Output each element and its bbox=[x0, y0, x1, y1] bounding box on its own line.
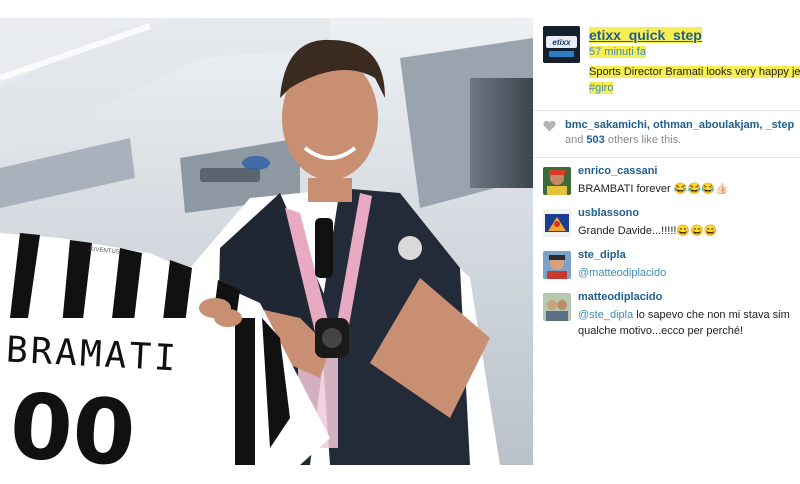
comment-text: @matteodiplacido bbox=[578, 265, 800, 281]
instagram-post: JUVENTUS BRAMATI 00 etixx etixx_quick_st… bbox=[0, 18, 800, 465]
likes-summary: bmc_sakamichi, othman_aboulakjam, _step … bbox=[543, 118, 800, 148]
comment-text: Grande Davide...!!!!!😄😄😄 bbox=[578, 225, 718, 237]
post-caption: Sports Director Bramati looks very happy… bbox=[589, 64, 800, 96]
comment-username[interactable]: ste_dipla bbox=[578, 249, 626, 261]
comment-text: BRAMBATI forever 😂😂😂👍🏻 bbox=[578, 183, 729, 195]
post-timestamp[interactable]: 57 minuti fa bbox=[589, 46, 646, 58]
likes-suffix: others like this. bbox=[607, 134, 682, 146]
caption-hashtag[interactable]: #giro bbox=[589, 82, 614, 94]
post-sidebar: etixx etixx_quick_step 57 minuti fa Spor… bbox=[533, 18, 800, 465]
heart-icon[interactable] bbox=[543, 120, 556, 137]
commenter-avatar[interactable] bbox=[543, 293, 571, 321]
author-avatar[interactable]: etixx bbox=[543, 26, 580, 63]
comment-mention[interactable]: @ste_dipla bbox=[578, 309, 633, 321]
header-divider bbox=[533, 110, 800, 111]
comment-username[interactable]: matteodiplacido bbox=[578, 291, 662, 303]
commenter-avatar[interactable] bbox=[543, 209, 571, 237]
likes-count[interactable]: 503 bbox=[586, 134, 604, 146]
svg-text:etixx: etixx bbox=[552, 38, 571, 47]
comment-mention[interactable]: @matteodiplacido bbox=[578, 267, 666, 279]
commenter-avatar[interactable] bbox=[543, 167, 571, 195]
comment-username[interactable]: enrico_cassani bbox=[578, 165, 658, 177]
post-username[interactable]: etixx_quick_step bbox=[589, 27, 702, 43]
comment-username[interactable]: usblassono bbox=[578, 207, 639, 219]
post-header: etixx etixx_quick_step 57 minuti fa Spor… bbox=[533, 18, 800, 110]
jersey-number: 00 bbox=[6, 373, 139, 465]
likes-divider bbox=[533, 157, 800, 158]
etixx-logo-icon: etixx bbox=[543, 26, 580, 63]
post-photo[interactable]: JUVENTUS BRAMATI 00 bbox=[0, 18, 533, 465]
liker-names[interactable]: bmc_sakamichi, othman_aboulakjam, _step bbox=[565, 119, 794, 131]
likes-and: and bbox=[565, 134, 584, 146]
commenter-avatar[interactable] bbox=[543, 251, 571, 279]
comment-text: @ste_dipla lo sapevo che non mi stava si… bbox=[578, 307, 800, 339]
caption-text: Sports Director Bramati looks very happy… bbox=[589, 66, 800, 78]
